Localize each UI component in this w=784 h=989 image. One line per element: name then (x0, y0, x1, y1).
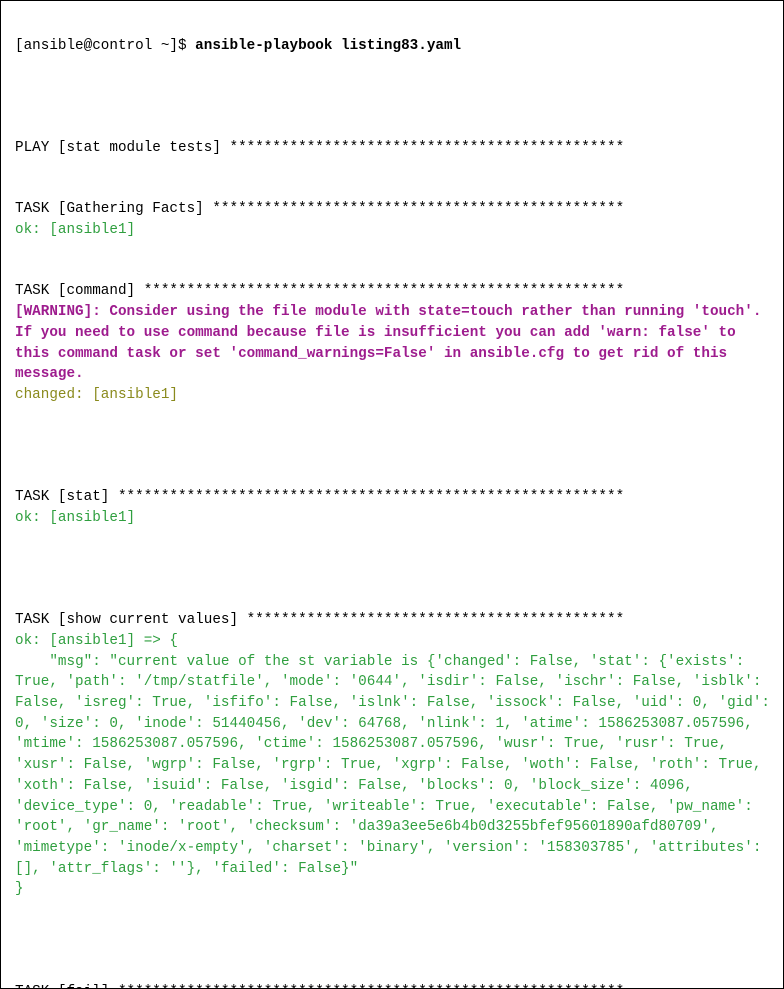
ok-line-stat: ok: [ansible1] (15, 510, 135, 526)
msg-body: "msg": "current value of the st variable… (15, 654, 779, 877)
close-brace: } (15, 881, 24, 897)
task-fail: TASK [fail] ****************************… (15, 984, 624, 989)
task-command: TASK [command] *************************… (15, 283, 624, 299)
task-gathering-facts: TASK [Gathering Facts] *****************… (15, 201, 624, 217)
prompt: [ansible@control ~]$ (15, 38, 195, 54)
ok-arrow: ok: [ansible1] => { (15, 633, 178, 649)
typed-command: ansible-playbook listing83.yaml (195, 38, 461, 54)
changed-line: changed: [ansible1] (15, 387, 178, 403)
task-show-values: TASK [show current values] *************… (15, 612, 624, 628)
play-header: PLAY [stat module tests] ***************… (15, 140, 624, 156)
ok-line: ok: [ansible1] (15, 222, 135, 238)
warning-block: [WARNING]: Consider using the file modul… (15, 304, 770, 382)
task-stat: TASK [stat] ****************************… (15, 489, 624, 505)
terminal-window: [ansible@control ~]$ ansible-playbook li… (0, 0, 784, 989)
